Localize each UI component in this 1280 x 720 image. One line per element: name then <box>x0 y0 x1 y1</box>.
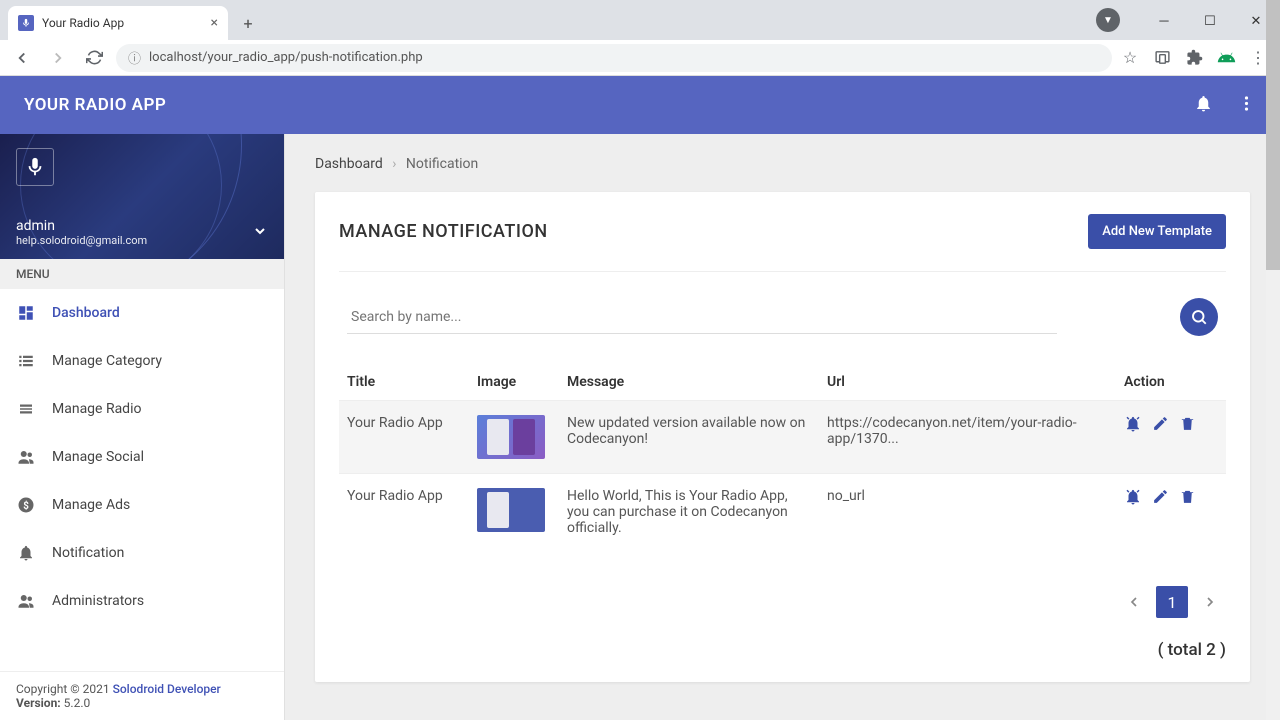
bell-icon[interactable] <box>1194 94 1213 117</box>
user-email: help.solodroid@gmail.com <box>16 234 268 247</box>
url-input[interactable]: ⓘ localhost/your_radio_app/push-notifica… <box>116 44 1112 72</box>
card-title: MANAGE NOTIFICATION <box>339 221 548 242</box>
profile-icon[interactable]: ▼ <box>1096 8 1120 32</box>
browser-tab-bar: Your Radio App × + ▼ ─ ☐ ✕ <box>0 0 1280 40</box>
developer-link[interactable]: Solodroid Developer <box>113 682 221 696</box>
sidebar-item-category[interactable]: Manage Category <box>0 337 284 385</box>
star-icon[interactable]: ☆ <box>1120 48 1140 68</box>
page-prev[interactable] <box>1118 586 1150 618</box>
col-url: Url <box>819 364 1116 401</box>
svg-text:$: $ <box>23 501 29 512</box>
breadcrumb: Dashboard › Notification <box>315 156 1250 172</box>
sidebar-item-notification[interactable]: Notification <box>0 529 284 577</box>
table-row: Your Radio App Hello World, This is Your… <box>339 474 1226 551</box>
sidebar-item-radio[interactable]: Manage Radio <box>0 385 284 433</box>
search-button[interactable] <box>1180 298 1218 336</box>
delete-icon[interactable] <box>1179 415 1196 437</box>
edit-icon[interactable] <box>1152 488 1169 510</box>
col-message: Message <box>559 364 819 401</box>
forward-button[interactable] <box>44 44 72 72</box>
send-icon[interactable] <box>1124 415 1142 437</box>
user-panel[interactable]: admin help.solodroid@gmail.com <box>0 134 284 259</box>
android-icon[interactable] <box>1216 48 1236 68</box>
search-input[interactable] <box>347 301 1057 334</box>
new-tab-button[interactable]: + <box>234 9 262 37</box>
sidebar-item-social[interactable]: Manage Social <box>0 433 284 481</box>
col-image: Image <box>469 364 559 401</box>
app-header: YOUR RADIO APP <box>0 76 1280 134</box>
extensions-icon[interactable] <box>1184 48 1204 68</box>
dashboard-icon <box>16 304 36 322</box>
address-bar: ⓘ localhost/your_radio_app/push-notifica… <box>0 40 1280 76</box>
delete-icon[interactable] <box>1179 488 1196 510</box>
sidebar-item-ads[interactable]: $Manage Ads <box>0 481 284 529</box>
user-name: admin <box>16 218 268 234</box>
admin-icon <box>16 592 36 610</box>
device-icon[interactable] <box>1152 48 1172 68</box>
favicon <box>18 15 34 31</box>
notification-card: MANAGE NOTIFICATION Add New Template Tit… <box>315 192 1250 682</box>
breadcrumb-current: Notification <box>406 156 478 172</box>
menu-icon[interactable]: ⋮ <box>1248 48 1268 68</box>
monetization-icon: $ <box>16 496 36 514</box>
notification-table: Title Image Message Url Action Your Radi… <box>339 364 1226 550</box>
more-icon[interactable] <box>1237 94 1256 117</box>
col-title: Title <box>339 364 469 401</box>
table-row: Your Radio App New updated version avail… <box>339 401 1226 474</box>
sidebar: admin help.solodroid@gmail.com MENU Dash… <box>0 134 285 720</box>
back-button[interactable] <box>8 44 36 72</box>
window-minimize-icon[interactable]: ─ <box>1142 6 1186 36</box>
menu-header: MENU <box>0 259 284 289</box>
edit-icon[interactable] <box>1152 415 1169 437</box>
row-thumbnail <box>477 415 545 459</box>
chevron-down-icon[interactable] <box>252 223 268 243</box>
page-number[interactable]: 1 <box>1156 586 1188 618</box>
breadcrumb-root[interactable]: Dashboard <box>315 156 383 172</box>
window-maximize-icon[interactable]: ☐ <box>1188 6 1232 36</box>
page-next[interactable] <box>1194 586 1226 618</box>
total-count: ( total 2 ) <box>339 640 1226 660</box>
app-title: YOUR RADIO APP <box>24 95 166 115</box>
tab-title: Your Radio App <box>42 16 203 30</box>
tab-close-icon[interactable]: × <box>211 15 218 31</box>
pagination: 1 <box>339 586 1226 618</box>
browser-tab[interactable]: Your Radio App × <box>8 6 228 40</box>
url-text: localhost/your_radio_app/push-notificati… <box>149 50 423 65</box>
bell-icon <box>16 544 36 562</box>
row-thumbnail <box>477 488 545 532</box>
radio-icon <box>16 400 36 418</box>
add-template-button[interactable]: Add New Template <box>1088 214 1226 249</box>
list-icon <box>16 352 36 370</box>
site-info-icon[interactable]: ⓘ <box>128 48 141 67</box>
sidebar-item-admins[interactable]: Administrators <box>0 577 284 625</box>
people-icon <box>16 448 36 466</box>
col-action: Action <box>1116 364 1226 401</box>
send-icon[interactable] <box>1124 488 1142 510</box>
reload-button[interactable] <box>80 44 108 72</box>
mic-icon <box>16 148 54 186</box>
sidebar-item-dashboard[interactable]: Dashboard <box>0 289 284 337</box>
scrollbar[interactable] <box>1266 134 1280 720</box>
sidebar-footer: Copyright © 2021 Solodroid Developer Ver… <box>0 671 284 720</box>
main-content: Dashboard › Notification MANAGE NOTIFICA… <box>285 134 1280 720</box>
